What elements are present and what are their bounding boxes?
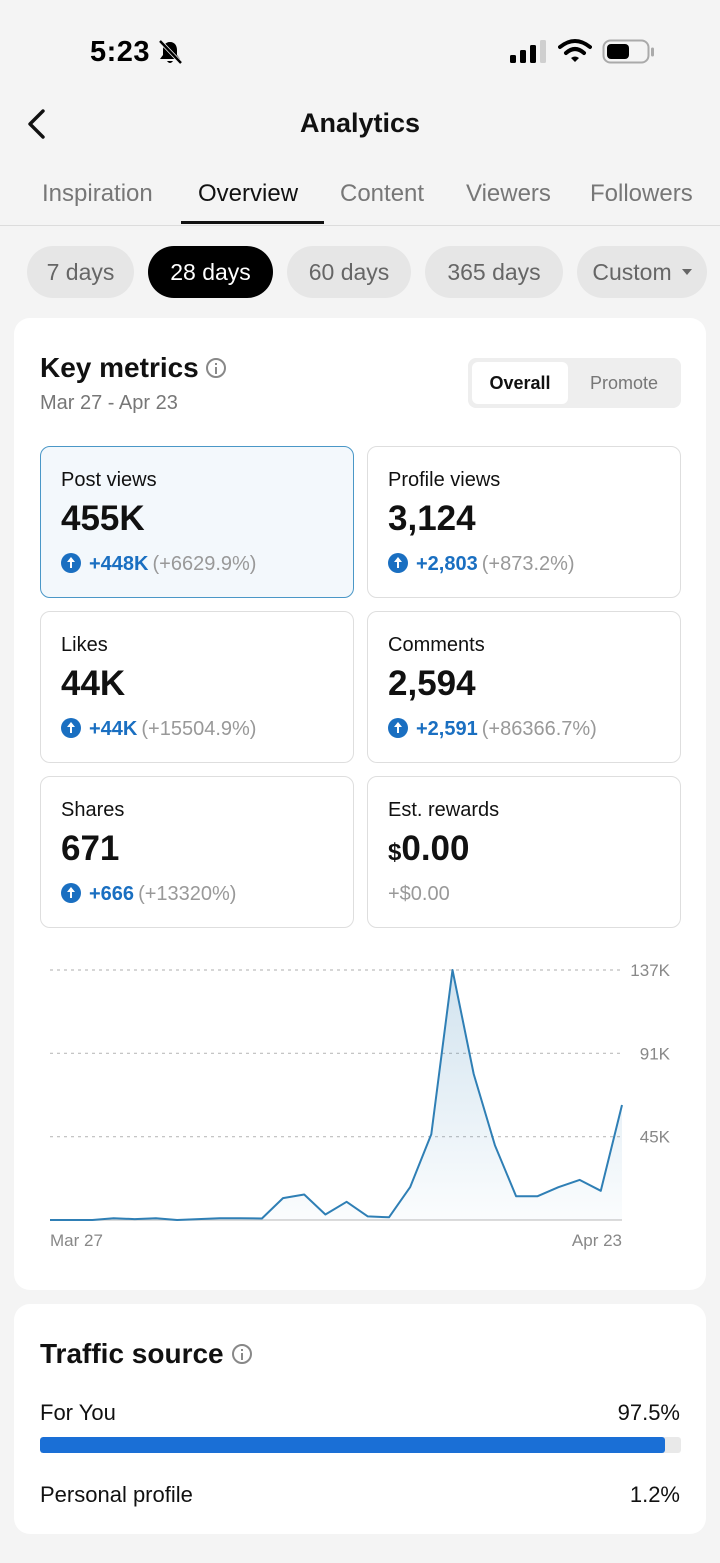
arrow-up-icon <box>61 882 81 903</box>
metric-delta: +666 (+13320%) <box>61 882 237 906</box>
analytics-tabs: Inspiration Overview Content Viewers Fol… <box>0 170 720 226</box>
battery-icon <box>602 39 654 64</box>
range-60-days[interactable]: 60 days <box>287 246 411 298</box>
metric-card-profile-views[interactable]: Profile views 3,124 +2,803 (+873.2%) <box>367 446 681 598</box>
tab-content[interactable]: Content <box>340 180 424 208</box>
delta-percent: (+6629.9%) <box>152 553 257 575</box>
delta-absolute: +448K <box>89 553 149 575</box>
arrow-up-icon <box>388 552 408 573</box>
metric-delta: +44K (+15504.9%) <box>61 717 257 741</box>
metric-label: Profile views <box>388 469 501 491</box>
key-metrics-card: Key metrics Mar 27 - Apr 23 Overall Prom… <box>14 318 706 1290</box>
active-tab-indicator <box>181 221 324 224</box>
metric-value: $0.00 <box>388 829 469 869</box>
delta-absolute: +666 <box>89 883 135 905</box>
post-views-chart: 45K 91K 137K Mar 27 Apr 23 <box>50 961 671 1250</box>
delta-absolute: +2,803 <box>416 553 478 575</box>
tab-overview[interactable]: Overview <box>198 180 298 208</box>
range-label: 28 days <box>170 259 251 285</box>
metric-label: Shares <box>61 799 125 821</box>
status-bar: 5:23 <box>0 0 720 100</box>
metric-card-est-rewards[interactable]: Est. rewards $0.00 +$0.00 <box>367 776 681 928</box>
y-tick-label: 137K <box>630 961 670 980</box>
metric-value: 455K <box>61 499 145 538</box>
page-title: Analytics <box>299 108 421 138</box>
traffic-row-label: Personal profile <box>40 1482 193 1507</box>
range-label: Custom <box>592 259 672 285</box>
series-line <box>50 969 623 1221</box>
delta-absolute: +44K <box>89 718 138 740</box>
x-tick-label: Apr 23 <box>572 1231 622 1250</box>
metric-card-comments[interactable]: Comments 2,594 +2,591 (+86366.7%) <box>367 611 681 763</box>
info-icon[interactable] <box>232 1344 252 1364</box>
metric-label: Comments <box>388 634 485 656</box>
key-metrics-title: Key metrics <box>40 352 199 383</box>
metric-card-shares[interactable]: Shares 671 +666 (+13320%) <box>40 776 354 928</box>
range-28-days[interactable]: 28 days <box>148 246 273 298</box>
cellular-signal-icon <box>510 40 546 63</box>
range-label: 7 days <box>46 259 115 285</box>
metric-delta: +2,591 (+86366.7%) <box>388 717 597 741</box>
traffic-source-card: Traffic source For You 97.5% Personal pr… <box>14 1304 706 1534</box>
delta-percent: (+873.2%) <box>481 553 575 575</box>
traffic-bar-track <box>40 1437 681 1453</box>
status-time: 5:23 <box>90 36 151 68</box>
traffic-row-label: For You <box>40 1400 116 1425</box>
tab-followers[interactable]: Followers <box>590 180 693 208</box>
y-tick-label: 91K <box>640 1044 671 1063</box>
range-label: 60 days <box>308 259 390 285</box>
series-area <box>50 970 622 1220</box>
y-tick-label: 45K <box>640 1128 671 1147</box>
metric-card-post-views[interactable]: Post views 455K +448K (+6629.9%) <box>40 446 354 598</box>
promote-button[interactable]: Promote <box>572 362 676 404</box>
range-7-days[interactable]: 7 days <box>27 246 134 298</box>
overall-button[interactable]: Overall <box>472 362 568 404</box>
delta-percent: (+86366.7%) <box>481 718 597 740</box>
metric-label: Post views <box>61 469 157 491</box>
arrow-up-icon <box>61 552 81 573</box>
metric-label: Est. rewards <box>388 799 500 821</box>
x-tick-label: Mar 27 <box>50 1231 103 1250</box>
traffic-row-value: 97.5% <box>617 1400 680 1425</box>
wifi-icon <box>558 39 592 62</box>
info-icon[interactable] <box>206 358 226 378</box>
overall-promote-toggle: Overall Promote <box>468 358 681 408</box>
arrow-up-icon <box>61 717 81 738</box>
range-label: 365 days <box>447 259 541 285</box>
tab-viewers[interactable]: Viewers <box>466 180 551 208</box>
metric-value: 3,124 <box>388 499 476 538</box>
metric-delta: +448K (+6629.9%) <box>61 552 257 576</box>
metric-value: 671 <box>61 829 120 868</box>
delta-percent: (+13320%) <box>138 883 237 905</box>
tab-inspiration[interactable]: Inspiration <box>42 180 153 208</box>
silent-bell-icon <box>158 39 183 65</box>
range-365-days[interactable]: 365 days <box>425 246 563 298</box>
delta-percent: (+15504.9%) <box>141 718 257 740</box>
metric-card-likes[interactable]: Likes 44K +44K (+15504.9%) <box>40 611 354 763</box>
caret-down-icon <box>681 268 692 275</box>
range-custom-dropdown[interactable]: Custom <box>577 246 707 298</box>
traffic-row-value: 1.2% <box>629 1482 680 1507</box>
metric-value: 2,594 <box>388 664 476 703</box>
date-range: Mar 27 - Apr 23 <box>40 392 178 414</box>
metric-delta: +$0.00 <box>388 883 450 905</box>
currency-symbol: $ <box>388 839 402 866</box>
metric-value: 44K <box>61 664 126 703</box>
delta-absolute: +2,591 <box>416 718 478 740</box>
metric-amount: 0.00 <box>401 829 470 868</box>
traffic-bar-fill <box>40 1437 665 1453</box>
metric-label: Likes <box>61 634 108 656</box>
traffic-source-title: Traffic source <box>40 1338 224 1369</box>
arrow-up-icon <box>388 717 408 738</box>
metric-delta: +2,803 (+873.2%) <box>388 552 575 576</box>
